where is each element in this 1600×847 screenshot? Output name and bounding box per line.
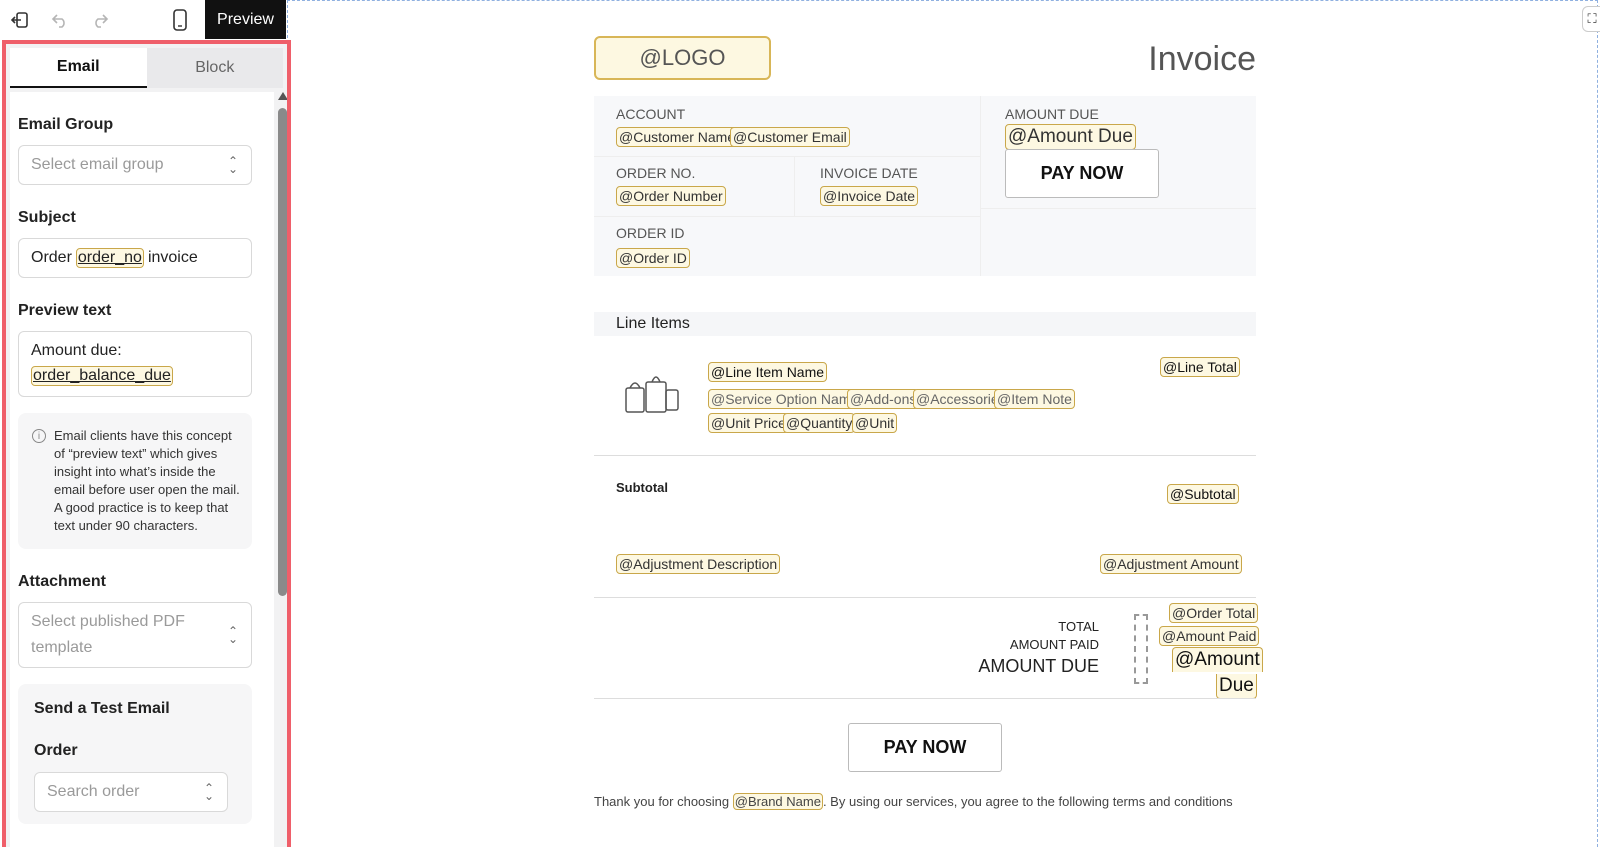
product-image-icon [622,368,682,418]
footer-prefix: Thank you for choosing [594,794,730,809]
amount-due-label: AMOUNT DUE [1005,106,1099,122]
unit-price-tag[interactable]: @Unit Price [708,413,789,433]
subtotal-label: Subtotal [616,480,668,495]
service-option-tag[interactable]: @Service Option Name [708,389,862,409]
info-icon: i [32,429,46,443]
amount-due-total-tag-line2[interactable]: Due [1216,674,1257,699]
pay-now-button-top[interactable]: PAY NOW [1005,149,1159,198]
attachment-placeholder-line1: Select published PDF [31,613,185,630]
account-label: ACCOUNT [616,106,686,122]
attachment-placeholder: Select published PDF template [31,609,185,661]
mobile-icon[interactable] [160,0,200,39]
brand-name-tag[interactable]: @Brand Name [732,793,823,810]
unit-tag[interactable]: @Unit [852,413,898,433]
scroll-up-icon[interactable] [278,92,287,100]
chevron-updown-icon: ⌃ ⌄ [227,154,239,176]
line-items-title: Line Items [594,312,1256,336]
addons-tag[interactable]: @Add-ons [847,389,920,409]
amount-paid-tag[interactable]: @Amount Paid [1159,626,1260,646]
attachment-select[interactable]: Select published PDF template ⌃ ⌄ [18,602,252,668]
account-section: ACCOUNT @Customer Name @Customer Email A… [594,96,1256,276]
customer-email-tag[interactable]: @Customer Email [730,127,850,147]
amount-due-total-tag[interactable]: @Amount [1172,647,1263,672]
preview-text-prefix: Amount due: [31,342,122,359]
panel-tabs: Email Block [10,48,283,88]
chevron-updown-icon: ⌃ ⌄ [203,781,215,803]
invoice-date-tag[interactable]: @Invoice Date [820,186,919,206]
order-label: Order [34,742,78,759]
total-label: TOTAL [1058,619,1099,634]
panel-scrollbar[interactable] [277,92,287,847]
logo-placeholder[interactable]: @LOGO [594,36,771,80]
redo-icon[interactable] [80,0,120,39]
email-group-label: Email Group [18,116,114,133]
preview-text-hint: Email clients have this concept of “prev… [54,428,240,533]
order-search-placeholder: Search order [47,783,140,800]
chevron-updown-icon: ⌃ ⌄ [227,624,239,646]
footer-suffix: . By using our services, you agree to th… [822,794,1233,809]
preview-button[interactable]: Preview [205,0,286,39]
item-note-tag[interactable]: @Item Note [994,389,1075,409]
amount-due-tag[interactable]: @Amount Due [1005,124,1136,150]
adjustment-amount-tag[interactable]: @Adjustment Amount [1100,554,1242,574]
preview-text-input[interactable]: Amount due: order_balance_due [18,331,252,397]
footer-text: Thank you for choosing @Brand Name. By u… [594,793,1233,810]
email-group-select[interactable]: Select email group ⌃ ⌄ [18,145,252,185]
order-total-tag[interactable]: @Order Total [1169,603,1259,623]
settings-panel: Email Block Email Group Select email gro… [2,40,291,847]
invoice-date-label: INVOICE DATE [820,165,918,181]
preview-text-variable-tag[interactable]: order_balance_due [31,366,173,386]
email-group-placeholder: Select email group [31,156,164,173]
amount-paid-label: AMOUNT PAID [1009,637,1099,652]
undo-icon[interactable] [40,0,80,39]
attachment-placeholder-line2: template [31,639,93,656]
preview-text-info: i Email clients have this concept of “pr… [18,413,252,549]
quantity-tag[interactable]: @Quantity [783,413,856,433]
tab-email[interactable]: Email [10,48,147,88]
adjustment-description-tag[interactable]: @Adjustment Description [616,554,781,574]
subject-prefix: Order [31,249,72,266]
subject-label: Subject [18,209,76,226]
placeholder-divider [1134,614,1148,684]
scroll-thumb[interactable] [278,108,287,596]
subject-input[interactable]: Order order_no invoice [18,238,252,278]
side-toggle-icon[interactable]: ⛶ [1582,6,1600,32]
order-id-tag[interactable]: @Order ID [616,248,690,268]
order-search-select[interactable]: Search order ⌃ ⌄ [34,772,228,812]
exit-icon[interactable] [0,0,40,39]
tab-block[interactable]: Block [147,48,284,88]
subtotal-tag[interactable]: @Subtotal [1167,484,1239,504]
invoice-title: Invoice [1148,40,1256,78]
order-no-label: ORDER NO. [616,165,696,181]
editor-toolbar: Preview [0,0,286,39]
line-item-name-tag[interactable]: @Line Item Name [708,362,828,382]
test-email-section: Send a Test Email Order Search order ⌃ ⌄ [18,684,252,824]
settings-form: Email Group Select email group ⌃ ⌄ Subjec… [10,92,274,847]
subject-variable-tag[interactable]: order_no [75,248,144,268]
line-total-tag[interactable]: @Line Total [1160,357,1240,377]
customer-name-tag[interactable]: @Customer Name [616,127,739,147]
order-id-label: ORDER ID [616,225,685,241]
pay-now-button-bottom[interactable]: PAY NOW [848,723,1002,772]
subject-suffix: invoice [147,249,198,266]
order-number-tag[interactable]: @Order Number [616,186,726,206]
preview-text-label: Preview text [18,302,112,319]
amount-due-total-label: AMOUNT DUE [978,656,1099,676]
test-email-title: Send a Test Email [34,700,170,717]
attachment-label: Attachment [18,573,107,590]
